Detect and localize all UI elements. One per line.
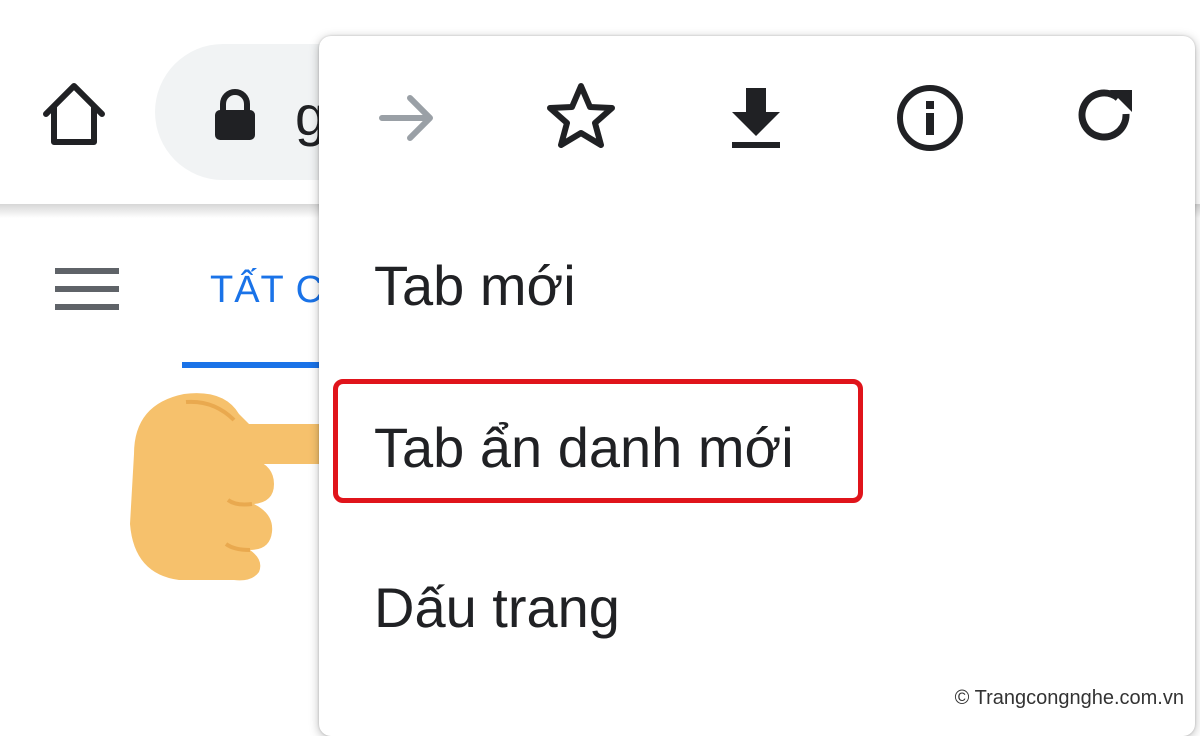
hamburger-menu-icon[interactable]	[55, 266, 121, 312]
menu-item-bookmarks[interactable]: Dấu trang	[374, 576, 620, 640]
tab-all[interactable]: TẤT C	[210, 268, 324, 312]
forward-icon[interactable]	[372, 82, 444, 154]
lock-icon	[212, 88, 258, 142]
download-icon[interactable]	[720, 82, 792, 154]
watermark: © Trangcongnghe.com.vn	[950, 684, 1188, 712]
home-icon[interactable]	[38, 78, 110, 150]
bookmark-star-icon[interactable]	[545, 80, 617, 152]
info-icon[interactable]	[894, 82, 966, 154]
highlight-box	[333, 379, 863, 503]
refresh-icon[interactable]	[1070, 82, 1142, 154]
tab-active-indicator	[182, 362, 332, 368]
menu-item-new-tab[interactable]: Tab mới	[374, 254, 576, 318]
